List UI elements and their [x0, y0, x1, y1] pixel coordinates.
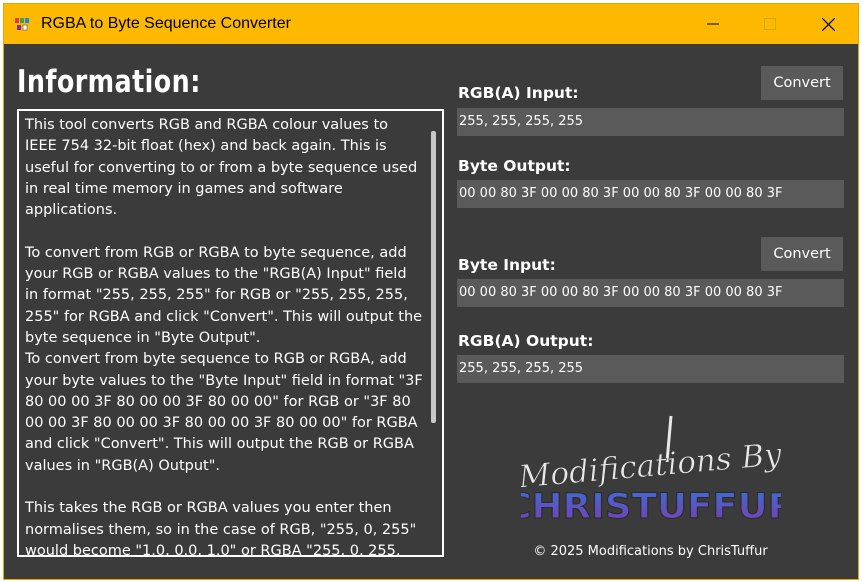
rgb-output-field[interactable]: 255, 255, 255, 255	[457, 355, 844, 383]
minimize-icon	[707, 23, 719, 25]
svg-text:CHRISTUFFUR: CHRISTUFFUR	[521, 486, 781, 527]
convert-rgb-to-bytes-button[interactable]: Convert	[761, 66, 843, 100]
minimize-button[interactable]	[690, 4, 736, 44]
byte-output-label: Byte Output:	[458, 157, 571, 175]
byte-input-label: Byte Input:	[458, 256, 556, 274]
copyright-text: © 2025 Modifications by ChrisTuffur	[533, 544, 768, 559]
information-textbox[interactable]: This tool converts RGB and RGBA colour v…	[17, 109, 444, 557]
close-button[interactable]	[805, 4, 851, 44]
byte-input-field[interactable]: 00 00 80 3F 00 00 80 3F 00 00 80 3F 00 0…	[457, 279, 844, 307]
information-text: This tool converts RGB and RGBA colour v…	[25, 117, 423, 557]
rgb-input-label: RGB(A) Input:	[458, 84, 579, 102]
rgb-output-label: RGB(A) Output:	[458, 332, 594, 350]
byte-output-field[interactable]: 00 00 80 3F 00 00 80 3F 00 00 80 3F 00 0…	[457, 180, 844, 208]
information-scrollbar[interactable]	[431, 131, 436, 423]
rgb-input-field[interactable]: 255, 255, 255, 255	[457, 108, 844, 136]
maximize-icon	[764, 18, 776, 30]
title-bar[interactable]: RGBA to Byte Sequence Converter	[4, 4, 858, 44]
app-window: RGBA to Byte Sequence Converter Informat…	[3, 3, 859, 580]
convert-bytes-to-rgb-button[interactable]: Convert	[761, 237, 843, 271]
close-icon	[821, 17, 835, 31]
maximize-button[interactable]	[747, 4, 793, 44]
window-title: RGBA to Byte Sequence Converter	[41, 15, 291, 32]
modifications-by-christuffur-logo: Modifications By CHRISTUFFUR	[521, 415, 781, 527]
information-heading: Information:	[17, 64, 201, 100]
app-icon	[15, 18, 29, 31]
